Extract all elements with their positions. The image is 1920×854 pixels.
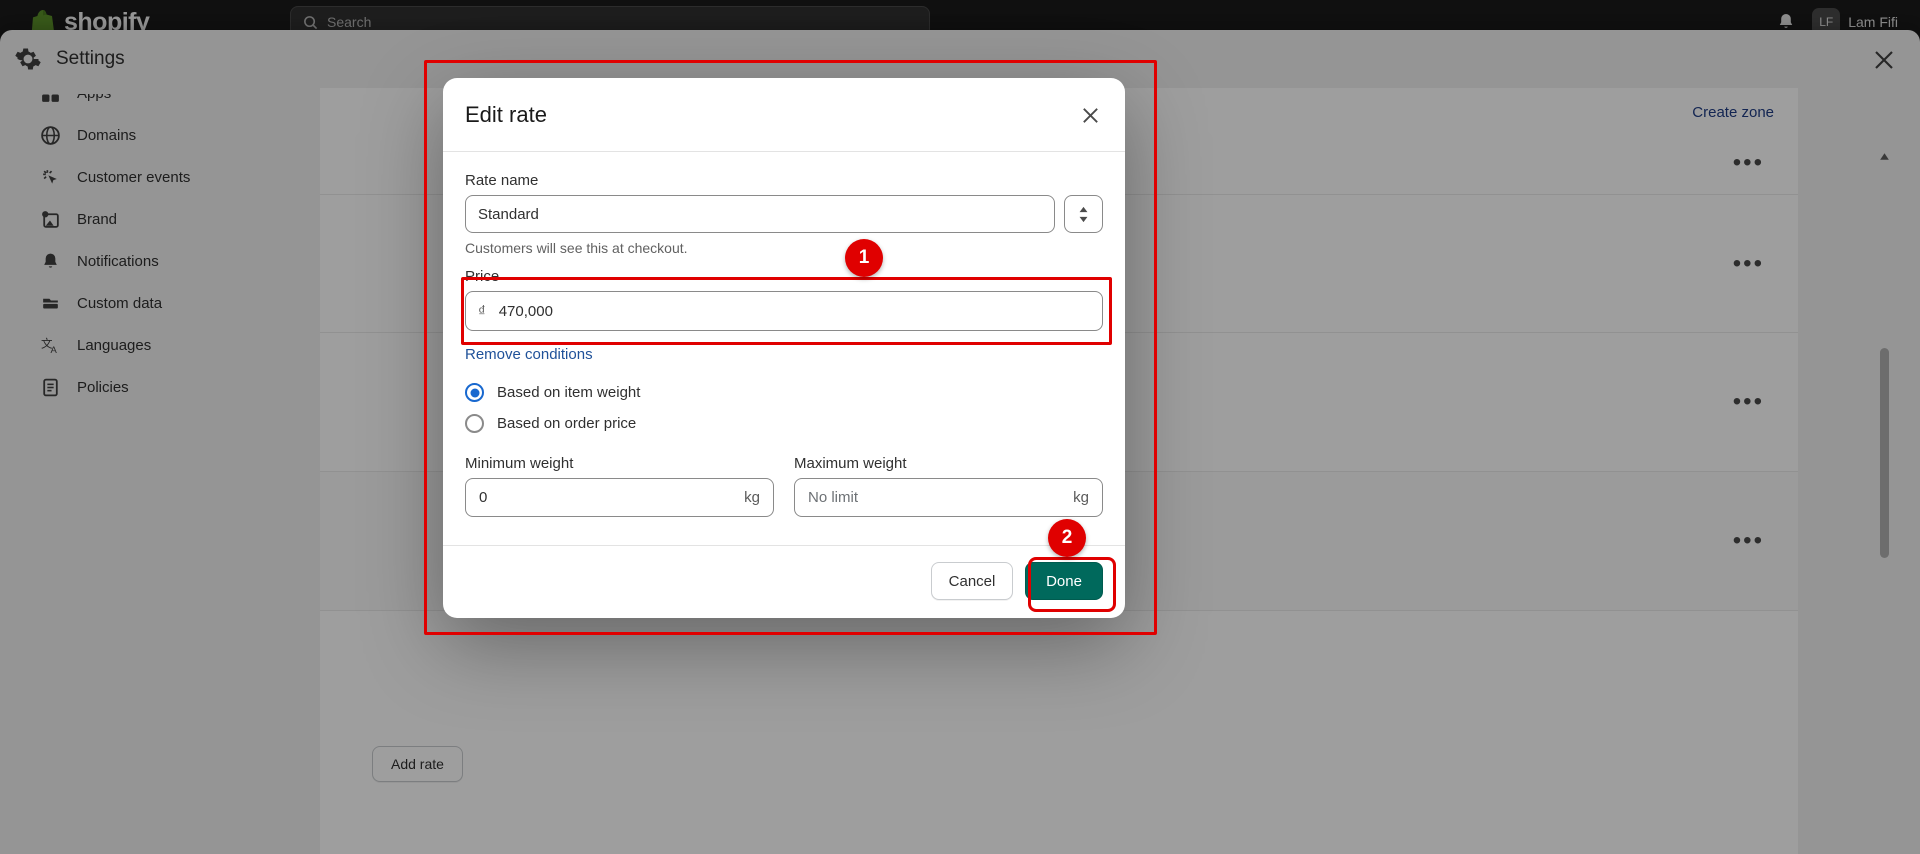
annotation-step-1: 1: [845, 239, 883, 277]
maximum-weight-unit: kg: [1073, 489, 1089, 506]
modal-body: Rate name Standard Customers will see th…: [443, 152, 1125, 523]
modal-title: Edit rate: [465, 101, 547, 127]
radio-button[interactable]: [465, 414, 484, 433]
maximum-weight-label: Maximum weight: [794, 455, 907, 472]
modal-footer: Cancel Done: [443, 545, 1125, 618]
minimum-weight-field: Minimum weight 0 kg: [465, 455, 774, 517]
rate-name-input[interactable]: Standard: [465, 195, 1055, 233]
cancel-button[interactable]: Cancel: [931, 562, 1013, 600]
annotation-step-2: 2: [1048, 519, 1086, 557]
radio-label: Based on item weight: [497, 384, 641, 401]
close-icon[interactable]: [1073, 98, 1107, 132]
screen-root: shopify Search LF Lam Fifi Settings Doma…: [0, 0, 1920, 854]
rate-name-label: Rate name: [465, 172, 539, 189]
radio-option-item-weight[interactable]: Based on item weight: [465, 377, 1103, 408]
minimum-weight-label: Minimum weight: [465, 455, 574, 472]
maximum-weight-input[interactable]: No limit kg: [794, 478, 1103, 517]
done-button[interactable]: Done: [1025, 562, 1103, 600]
price-block: Price ₫ 470,000: [465, 268, 1103, 331]
rate-name-row: Standard: [465, 195, 1103, 233]
price-input[interactable]: ₫ 470,000: [465, 291, 1103, 331]
minimum-weight-value: 0: [479, 489, 488, 506]
minimum-weight-input[interactable]: 0 kg: [465, 478, 774, 517]
minimum-weight-unit: kg: [744, 489, 760, 506]
maximum-weight-placeholder: No limit: [808, 489, 859, 506]
radio-option-order-price[interactable]: Based on order price: [465, 408, 1103, 439]
price-value: 470,000: [498, 302, 553, 320]
currency-symbol: ₫: [478, 302, 486, 320]
price-label: Price: [465, 268, 500, 285]
condition-radio-group: Based on item weight Based on order pric…: [465, 377, 1103, 439]
rate-name-help-text: Customers will see this at checkout.: [465, 240, 688, 256]
radio-button[interactable]: [465, 383, 484, 402]
radio-label: Based on order price: [497, 415, 637, 432]
maximum-weight-field: Maximum weight No limit kg: [794, 455, 1103, 517]
remove-conditions-link[interactable]: Remove conditions: [465, 346, 593, 363]
rate-name-stepper[interactable]: [1064, 195, 1103, 233]
weight-fields: Minimum weight 0 kg Maximum weight No li…: [465, 455, 1103, 517]
edit-rate-modal: Edit rate Rate name Standard Customers w…: [443, 78, 1125, 618]
modal-header: Edit rate: [443, 78, 1125, 152]
